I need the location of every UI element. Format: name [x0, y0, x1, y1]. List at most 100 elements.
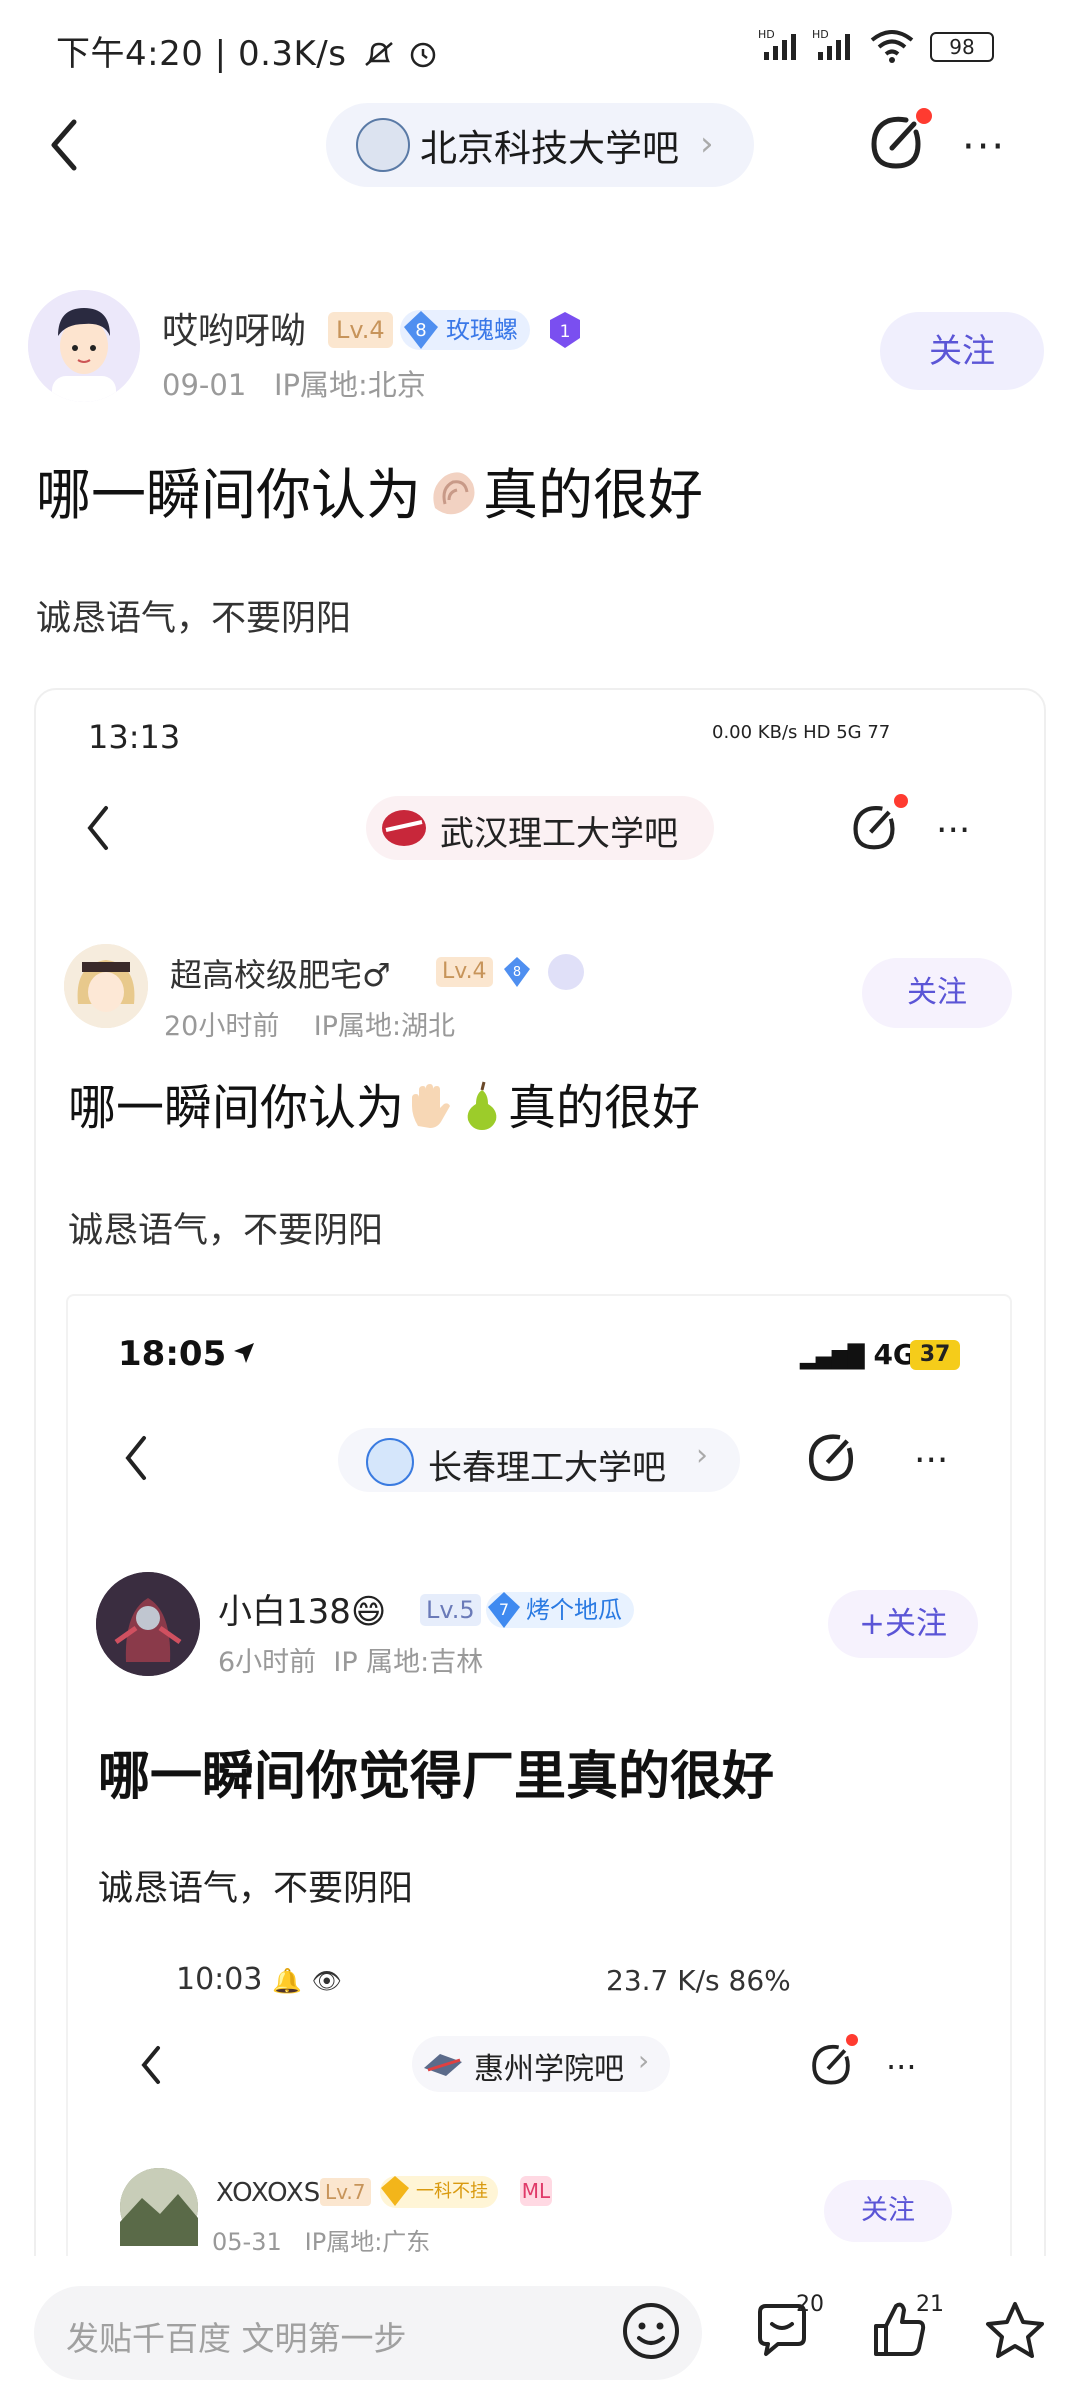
- shot3-meta-ip: IP属地:广东: [304, 2228, 431, 2256]
- shot2-battery: 37: [910, 1340, 960, 1370]
- shot1-forum-logo-icon: [382, 810, 426, 846]
- status-speed: 0.3K/s: [237, 34, 347, 74]
- svg-text:HD: HD: [812, 28, 829, 41]
- shot2-body: 诚恳语气，不要阴阳: [98, 1869, 414, 1909]
- shot2-level-badge: Lv.5: [420, 1594, 481, 1626]
- shot1-title-prefix: 哪一瞬间你认为: [68, 1080, 405, 1136]
- shot1-title-suffix: 真的很好: [508, 1080, 701, 1136]
- shot3-pink-badge: ML: [520, 2176, 552, 2206]
- more-menu-button[interactable]: ···: [962, 124, 1006, 170]
- diamond-badge-icon: 8: [404, 311, 438, 349]
- shot1-diamond-level: 8: [513, 965, 521, 980]
- shot3-notification-dot: [846, 2034, 858, 2046]
- shot1-diamond-icon: 8: [504, 957, 530, 987]
- shot2-diamond-level: 7: [499, 1600, 509, 1619]
- location-arrow-icon: [234, 1343, 255, 1363]
- wifi-icon: [870, 30, 914, 63]
- hand-icon: [412, 1084, 451, 1128]
- shot3-author-name: XOXOXS: [216, 2178, 321, 2208]
- shot2-meta-ip: IP 属地:吉林: [333, 1647, 484, 1678]
- conch-shell-icon: [433, 472, 475, 515]
- shot3-back-icon: [141, 2046, 160, 2084]
- title-prefix: 哪一瞬间你认为: [36, 463, 422, 527]
- alarm-icon: [410, 42, 436, 68]
- forum-name[interactable]: 北京科技大学吧: [420, 118, 679, 172]
- shot1-more-icon: ···: [936, 810, 971, 851]
- shot1-meta: 20小时前 IP属地:湖北: [164, 1004, 455, 1043]
- shot2-forum-name: 长春理工大学吧: [428, 1448, 666, 1488]
- shot3-forum-logo-icon: [424, 2054, 462, 2076]
- shot3-time: 10:03 🔔 👁: [176, 1962, 342, 1997]
- shot1-follow-button: 关注: [862, 958, 1012, 1028]
- shot2-back-icon: [125, 1436, 146, 1480]
- favorite-star-button[interactable]: [982, 2298, 1048, 2362]
- shot1-level-badge: Lv.4: [436, 957, 493, 987]
- shot1-body: 诚恳语气，不要阴阳: [68, 1211, 384, 1251]
- post-title: 哪一瞬间你认为 真的很好: [36, 450, 703, 530]
- shot3-status-icons: 23.7 K/s 86%: [606, 1964, 791, 1997]
- shot2-avatar: [96, 1572, 200, 1676]
- pear-icon: [467, 1081, 497, 1130]
- shot1-status-icons: 0.00 KB/s HD 5G 77: [712, 722, 891, 743]
- title-suffix: 真的很好: [483, 463, 704, 527]
- chevron-right-icon: ›: [700, 124, 714, 164]
- author-avatar[interactable]: [28, 290, 140, 402]
- shot2-title: 哪一瞬间你觉得厂里真的很好: [98, 1747, 775, 1807]
- shot3-follow-button: 关注: [824, 2180, 952, 2242]
- shot2-chevron-icon: ›: [696, 1438, 708, 1473]
- shot1-meta-time: 20小时前: [164, 1011, 280, 1042]
- shot3-eye-icon: 👁: [311, 1967, 342, 1995]
- shot3-meta: 05-31 IP属地:广东: [212, 2222, 430, 2257]
- status-bar: 下午4:20 | 0.3K/s HD HD 98: [0, 0, 1080, 96]
- shot2-meta-time: 6小时前: [218, 1647, 317, 1678]
- shot2-time-text: 18:05: [118, 1334, 227, 1374]
- battery-indicator: 98: [930, 32, 994, 62]
- honor-badge-number: 1: [560, 322, 571, 342]
- shot1-forum-name: 武汉理工大学吧: [440, 814, 678, 854]
- shot3-level-badge: Lv.7: [320, 2178, 371, 2206]
- shot2-signal-icon: ▂▄▆█: [800, 1345, 865, 1370]
- shot1-meta-ip: IP属地:湖北: [313, 1011, 456, 1042]
- svg-text:HD: HD: [758, 28, 775, 41]
- shot1-author-name: 超高校级肥宅♂: [170, 956, 391, 994]
- shot1-back-icon: [87, 806, 108, 850]
- shot3-compose-icon: [812, 2044, 850, 2085]
- comment-count: 20: [796, 2292, 824, 2317]
- shot2-network: ▂▄▆█ 4G: [800, 1338, 916, 1371]
- follow-button[interactable]: 关注: [880, 312, 1044, 390]
- diamond-level: 8: [415, 320, 426, 341]
- shot3-more-icon: ···: [886, 2048, 917, 2086]
- emoji-button[interactable]: [618, 2298, 684, 2364]
- shot2-author-name: 小白138😄: [218, 1592, 387, 1632]
- shot1-time: 13:13: [88, 718, 181, 756]
- landscape-avatar-icon: [120, 2168, 198, 2246]
- like-count: 21: [916, 2292, 944, 2317]
- shot1-avatar: [64, 944, 148, 1028]
- author-name[interactable]: 哎哟呀呦: [162, 302, 306, 354]
- shot2-forum-logo-icon: [366, 1438, 414, 1486]
- shot3-chevron-icon: ›: [638, 2044, 650, 2077]
- anime-avatar-icon: [64, 944, 148, 1028]
- compose-button[interactable]: [866, 112, 926, 174]
- shot2-diamond-icon: 7: [488, 1592, 520, 1628]
- shot2-more-icon: ···: [914, 1440, 949, 1481]
- post-ip: IP属地:北京: [273, 368, 426, 402]
- status-clock: 下午4:20: [56, 34, 204, 74]
- shot1-notification-dot: [894, 794, 908, 808]
- shot3-time-text: 10:03: [176, 1962, 263, 1997]
- mute-bell-icon: [364, 42, 393, 66]
- shot3-meta-time: 05-31: [212, 2228, 282, 2256]
- notification-dot: [916, 108, 932, 124]
- back-button[interactable]: [40, 110, 90, 180]
- shot3-gold-diamond-icon: [381, 2176, 409, 2206]
- post-meta: 09-01 IP属地:北京: [162, 362, 426, 404]
- status-time: 下午4:20 | 0.3K/s: [56, 26, 439, 75]
- level-badge: Lv.4: [328, 312, 393, 348]
- shot2-time: 18:05: [118, 1334, 258, 1374]
- shot2-compose-icon: [808, 1434, 854, 1481]
- reply-placeholder[interactable]: 发贴千百度 文明第一步: [66, 2312, 407, 2360]
- shot1-title: 哪一瞬间你认为 真的很好: [68, 1068, 700, 1138]
- avatar-illustration-icon: [28, 290, 140, 402]
- shot3-forum-name: 惠州学院吧: [474, 2052, 624, 2087]
- shot2-meta: 6小时前 IP 属地:吉林: [218, 1640, 483, 1679]
